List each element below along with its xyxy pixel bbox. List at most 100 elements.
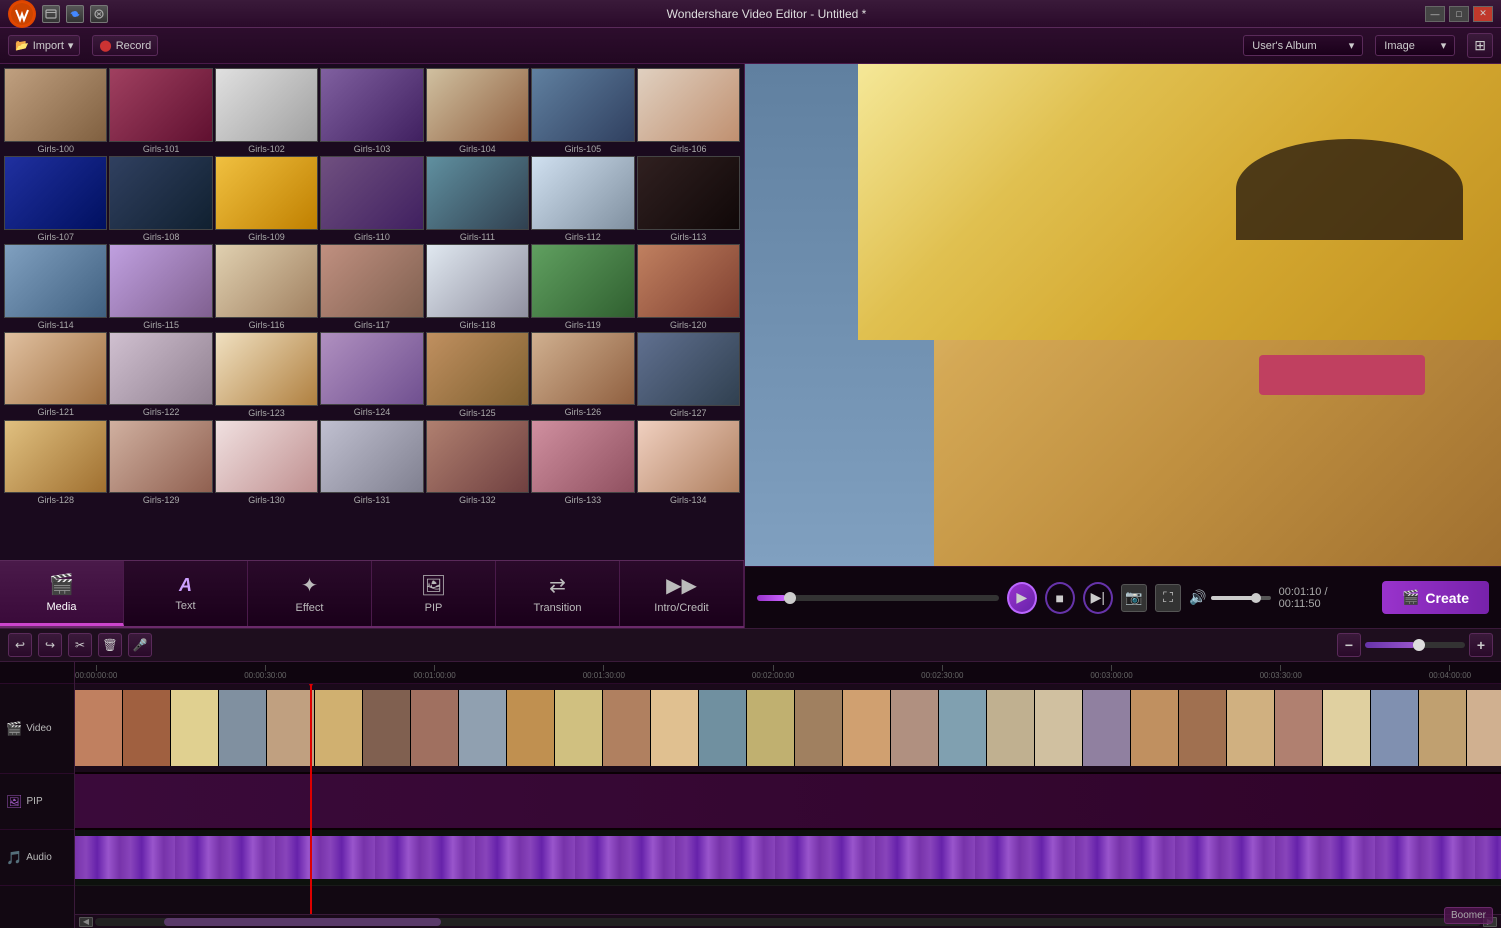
tab-transition[interactable]: ⇄ Transition	[496, 561, 620, 626]
media-item-girls-109[interactable]: Girls-109	[215, 156, 318, 242]
horizontal-scrollbar[interactable]: ◀ ▶	[75, 914, 1501, 928]
media-item-girls-131[interactable]: Girls-131	[320, 420, 423, 506]
thumb-image	[532, 245, 633, 317]
titlebar-left	[8, 0, 108, 28]
media-item-label: Girls-124	[320, 407, 423, 417]
cut-button[interactable]: ✂	[68, 633, 92, 657]
zoom-in-button[interactable]: +	[1469, 633, 1493, 657]
tab-effect[interactable]: ✦ Effect	[248, 561, 372, 626]
tab-pip[interactable]: 🖼 PIP	[372, 561, 496, 626]
media-item-girls-114[interactable]: Girls-114	[4, 244, 107, 330]
thumb-image	[5, 245, 106, 317]
media-item-girls-132[interactable]: Girls-132	[426, 420, 529, 506]
boomer-badge: Boomer	[1444, 907, 1493, 924]
maximize-button[interactable]: □	[1449, 6, 1469, 22]
album-dropdown[interactable]: User's Album ▾	[1243, 35, 1363, 56]
play-button[interactable]: ▶	[1007, 582, 1037, 614]
media-item-girls-102[interactable]: Girls-102	[215, 68, 318, 154]
minimize-button[interactable]: —	[1425, 6, 1445, 22]
media-thumb	[320, 68, 423, 142]
tracks-wrapper[interactable]	[75, 684, 1501, 914]
media-item-girls-120[interactable]: Girls-120	[637, 244, 740, 330]
pip-track-label[interactable]: 🖼 PIP	[0, 774, 74, 830]
film-frame-25	[1275, 690, 1323, 766]
media-item-girls-134[interactable]: Girls-134	[637, 420, 740, 506]
stop-button[interactable]: ■	[1045, 582, 1075, 614]
record-icon: ⬤	[99, 39, 111, 52]
media-item-girls-103[interactable]: Girls-103	[320, 68, 423, 154]
media-item-girls-117[interactable]: Girls-117	[320, 244, 423, 330]
create-button[interactable]: 🎬 Create	[1382, 581, 1489, 614]
media-thumb	[4, 420, 107, 494]
media-item-girls-125[interactable]: Girls-125	[426, 332, 529, 418]
next-frame-button[interactable]: ▶|	[1083, 582, 1113, 614]
film-frame-24	[1227, 690, 1275, 766]
media-item-girls-126[interactable]: Girls-126	[531, 332, 634, 418]
film-frame-20	[1035, 690, 1083, 766]
sys-btn-3[interactable]	[90, 5, 108, 23]
audio-track-label[interactable]: 🎵 Audio	[0, 830, 74, 886]
titlebar: Wondershare Video Editor - Untitled * — …	[0, 0, 1501, 28]
record-button[interactable]: ⬤ Record	[92, 35, 158, 56]
media-item-girls-129[interactable]: Girls-129	[109, 420, 212, 506]
undo-button[interactable]: ↩	[8, 633, 32, 657]
zoom-slider[interactable]	[1365, 642, 1465, 648]
media-thumb	[426, 156, 529, 230]
view-toggle-button[interactable]: ⊞	[1467, 33, 1493, 58]
type-dropdown[interactable]: Image ▾	[1375, 35, 1455, 56]
media-item-girls-104[interactable]: Girls-104	[426, 68, 529, 154]
media-item-girls-116[interactable]: Girls-116	[215, 244, 318, 330]
thumb-image	[321, 333, 422, 405]
media-item-girls-119[interactable]: Girls-119	[531, 244, 634, 330]
media-item-label: Girls-106	[637, 144, 740, 154]
media-item-girls-101[interactable]: Girls-101	[109, 68, 212, 154]
close-button[interactable]: ✕	[1473, 6, 1493, 22]
media-item-girls-121[interactable]: Girls-121	[4, 332, 107, 418]
media-item-girls-127[interactable]: Girls-127	[637, 332, 740, 418]
media-item-girls-110[interactable]: Girls-110	[320, 156, 423, 242]
media-item-label: Girls-123	[215, 408, 318, 418]
snapshot-button[interactable]: 📷	[1121, 584, 1147, 612]
media-item-girls-123[interactable]: Girls-123	[215, 332, 318, 418]
delete-button[interactable]: 🗑	[98, 633, 122, 657]
media-item-girls-107[interactable]: Girls-107	[4, 156, 107, 242]
create-label: Create	[1425, 590, 1469, 606]
media-item-girls-113[interactable]: Girls-113	[637, 156, 740, 242]
film-frame-29	[1467, 690, 1501, 766]
ruler-tick-0: 00:00:00:00	[75, 665, 117, 680]
media-item-girls-108[interactable]: Girls-108	[109, 156, 212, 242]
media-item-girls-105[interactable]: Girls-105	[531, 68, 634, 154]
media-item-girls-122[interactable]: Girls-122	[109, 332, 212, 418]
video-track-label[interactable]: 🎬 Video	[0, 684, 74, 774]
time-display: 00:01:10 / 00:11:50	[1279, 586, 1366, 610]
scroll-left-button[interactable]: ◀	[79, 917, 93, 927]
media-item-girls-106[interactable]: Girls-106	[637, 68, 740, 154]
media-item-girls-133[interactable]: Girls-133	[531, 420, 634, 506]
media-item-girls-100[interactable]: Girls-100	[4, 68, 107, 154]
media-item-girls-111[interactable]: Girls-111	[426, 156, 529, 242]
media-item-girls-130[interactable]: Girls-130	[215, 420, 318, 506]
tab-text[interactable]: A Text	[124, 561, 248, 626]
media-item-girls-115[interactable]: Girls-115	[109, 244, 212, 330]
media-item-girls-118[interactable]: Girls-118	[426, 244, 529, 330]
media-item-girls-112[interactable]: Girls-112	[531, 156, 634, 242]
volume-slider[interactable]	[1211, 596, 1271, 600]
sys-btn-1[interactable]	[42, 5, 60, 23]
redo-button[interactable]: ↪	[38, 633, 62, 657]
zoom-out-button[interactable]: −	[1337, 633, 1361, 657]
thumb-image	[427, 333, 528, 405]
scroll-track[interactable]	[95, 918, 1481, 926]
tab-intro[interactable]: ▶▶ Intro/Credit	[620, 561, 744, 626]
tab-media[interactable]: 🎬 Media	[0, 561, 124, 626]
media-item-girls-128[interactable]: Girls-128	[4, 420, 107, 506]
sys-btn-2[interactable]	[66, 5, 84, 23]
voice-button[interactable]: 🎤	[128, 633, 152, 657]
media-item-girls-124[interactable]: Girls-124	[320, 332, 423, 418]
film-frame-26	[1323, 690, 1371, 766]
fullscreen-button[interactable]: ⛶	[1155, 584, 1181, 612]
media-item-label: Girls-122	[109, 407, 212, 417]
import-button[interactable]: 📂 Import ▾	[8, 35, 80, 56]
media-item-label: Girls-103	[320, 144, 423, 154]
media-thumb	[426, 332, 529, 406]
progress-bar[interactable]	[757, 595, 999, 601]
